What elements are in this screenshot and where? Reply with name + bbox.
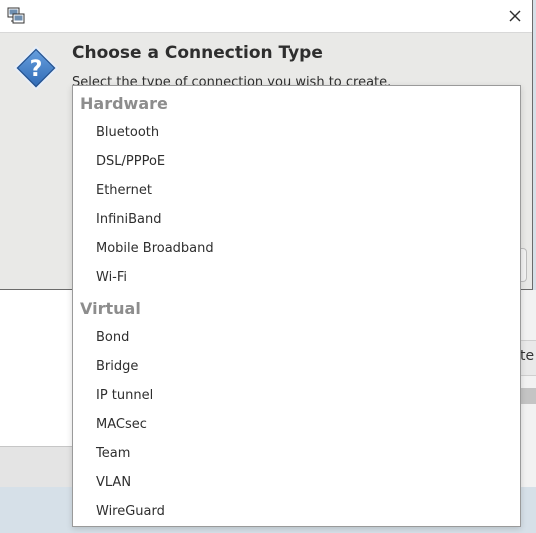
background-column-header: te: [520, 340, 536, 376]
menu-item-team[interactable]: Team: [73, 439, 520, 468]
network-connections-icon: [7, 7, 25, 24]
close-icon: [509, 10, 521, 22]
menu-item-ethernet[interactable]: Ethernet: [73, 176, 520, 205]
menu-item-macsec[interactable]: MACsec: [73, 410, 520, 439]
menu-item-wi-fi[interactable]: Wi-Fi: [73, 263, 520, 292]
background-right-panel: [520, 290, 536, 520]
menu-item-bluetooth[interactable]: Bluetooth: [73, 118, 520, 147]
dialog-title: Choose a Connection Type: [72, 43, 323, 63]
menu-item-bond[interactable]: Bond: [73, 323, 520, 352]
background-scrollbar: [520, 388, 536, 404]
menu-item-ip-tunnel[interactable]: IP tunnel: [73, 381, 520, 410]
menu-item-mobile-broadband[interactable]: Mobile Broadband: [73, 234, 520, 263]
menu-item-vlan[interactable]: VLAN: [73, 468, 520, 497]
menu-section-virtual: Virtual: [80, 299, 141, 318]
title-bar: [0, 0, 532, 33]
close-button[interactable]: [504, 5, 526, 27]
background-toolbar: [0, 446, 72, 488]
menu-item-bridge[interactable]: Bridge: [73, 352, 520, 381]
menu-item-dsl-pppoe[interactable]: DSL/PPPoE: [73, 147, 520, 176]
menu-section-hardware: Hardware: [80, 94, 168, 113]
background-partial-label: te: [520, 348, 535, 364]
question-icon: ?: [13, 45, 59, 91]
menu-item-infiniband[interactable]: InfiniBand: [73, 205, 520, 234]
svg-text:?: ?: [30, 57, 43, 82]
connection-type-menu: Hardware Bluetooth DSL/PPPoE Ethernet In…: [72, 85, 521, 527]
menu-item-wireguard[interactable]: WireGuard: [73, 497, 520, 526]
